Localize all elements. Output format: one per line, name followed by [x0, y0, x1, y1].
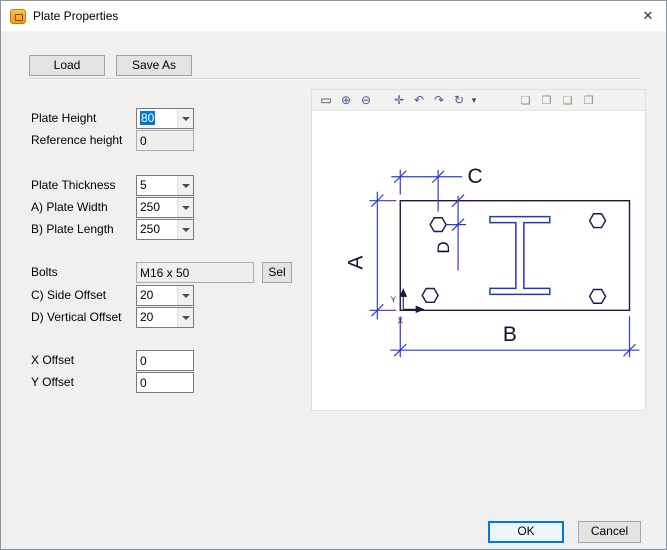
ucs-axis-icon — [400, 289, 423, 312]
chevron-down-icon[interactable] — [177, 308, 193, 327]
plate-length-value: 250 — [137, 220, 177, 239]
titlebar: Plate Properties ✕ — [1, 1, 666, 31]
bolt-bottom-left — [422, 289, 438, 303]
cancel-button[interactable]: Cancel — [578, 521, 641, 543]
side-offset-label: C) Side Offset — [31, 285, 106, 306]
preview-canvas[interactable]: A B — [312, 110, 645, 410]
rotate-cw-icon[interactable]: ↷ — [429, 91, 449, 109]
chevron-down-icon[interactable] — [177, 220, 193, 239]
bolt-bottom-right — [590, 290, 606, 304]
pan-icon[interactable]: ✛ — [389, 91, 409, 109]
side-offset-value: 20 — [137, 286, 177, 305]
chevron-down-icon[interactable] — [177, 109, 193, 128]
separator — [29, 78, 640, 80]
paste-view-1-icon[interactable]: ❏ — [515, 91, 536, 109]
plate-width-label: A) Plate Width — [31, 197, 108, 218]
paste-view-4-icon[interactable]: ❐ — [578, 91, 599, 109]
save-as-button[interactable]: Save As — [116, 55, 192, 76]
preview-panel: ▭ ⊕ ⊖ ✛ ↶ ↷ ↻ ▾ ❏ ❐ ❏ ❐ — [311, 89, 646, 411]
bolt-top-left — [430, 218, 446, 232]
bolts-field[interactable] — [136, 262, 254, 283]
dim-label-b: B — [503, 323, 517, 346]
plate-properties-dialog: Plate Properties ✕ Load Save As Plate He… — [0, 0, 667, 550]
vertical-offset-combo[interactable]: 20 — [136, 307, 194, 328]
chevron-down-icon[interactable] — [177, 198, 193, 217]
close-icon[interactable]: ✕ — [630, 1, 666, 31]
paste-view-3-icon[interactable]: ❏ — [557, 91, 578, 109]
plate-width-value: 250 — [137, 198, 177, 217]
reference-height-field[interactable] — [136, 130, 194, 151]
chevron-down-icon[interactable] — [177, 286, 193, 305]
vertical-offset-value: 20 — [137, 308, 177, 327]
dialog-body: Load Save As Plate Height 80 Reference h… — [1, 31, 666, 549]
plate-length-label: B) Plate Length — [31, 219, 114, 240]
bolts-label: Bolts — [31, 262, 58, 283]
zoom-out-icon[interactable]: ⊖ — [356, 91, 376, 109]
plate-thickness-combo[interactable]: 5 — [136, 175, 194, 196]
axis-label-x: X — [398, 316, 404, 325]
rotate-ccw-icon[interactable]: ↶ — [409, 91, 429, 109]
load-button[interactable]: Load — [29, 55, 105, 76]
plate-drawing: A B — [312, 111, 645, 410]
plate-height-label: Plate Height — [31, 108, 96, 129]
dimension-c — [391, 170, 462, 212]
bolt-top-right — [590, 214, 606, 228]
plate-thickness-value: 5 — [137, 176, 177, 195]
plate-width-combo[interactable]: 250 — [136, 197, 194, 218]
dialog-title: Plate Properties — [33, 9, 118, 23]
plate-height-value: 80 — [140, 111, 155, 125]
side-offset-combo[interactable]: 20 — [136, 285, 194, 306]
orbit-icon[interactable]: ↻ — [449, 91, 469, 109]
axis-label-y: Y — [391, 295, 397, 304]
x-offset-field[interactable] — [136, 350, 194, 371]
vertical-offset-label: D) Vertical Offset — [31, 307, 121, 328]
preview-toolbar: ▭ ⊕ ⊖ ✛ ↶ ↷ ↻ ▾ ❏ ❐ ❏ ❐ — [312, 90, 645, 110]
plate-length-combo[interactable]: 250 — [136, 219, 194, 240]
app-icon — [10, 9, 26, 24]
bolt-hexagons — [422, 214, 605, 304]
view-dropdown-icon[interactable]: ▾ — [469, 91, 479, 109]
beam-section — [490, 217, 550, 295]
ok-button[interactable]: OK — [488, 521, 564, 543]
y-offset-label: Y Offset — [31, 372, 74, 393]
chevron-down-icon[interactable] — [177, 176, 193, 195]
dim-label-d: D — [434, 241, 453, 253]
plate-thickness-label: Plate Thickness — [31, 175, 116, 196]
reference-height-label: Reference height — [31, 130, 122, 151]
dim-label-a: A — [344, 255, 367, 269]
y-offset-field[interactable] — [136, 372, 194, 393]
paste-view-2-icon[interactable]: ❐ — [536, 91, 557, 109]
zoom-in-icon[interactable]: ⊕ — [336, 91, 356, 109]
bolts-select-button[interactable]: Sel — [262, 262, 292, 283]
dim-label-c: C — [467, 165, 482, 188]
zoom-window-icon[interactable]: ▭ — [316, 91, 336, 109]
x-offset-label: X Offset — [31, 350, 74, 371]
dimension-d — [446, 195, 466, 271]
plate-height-combo[interactable]: 80 — [136, 108, 194, 129]
